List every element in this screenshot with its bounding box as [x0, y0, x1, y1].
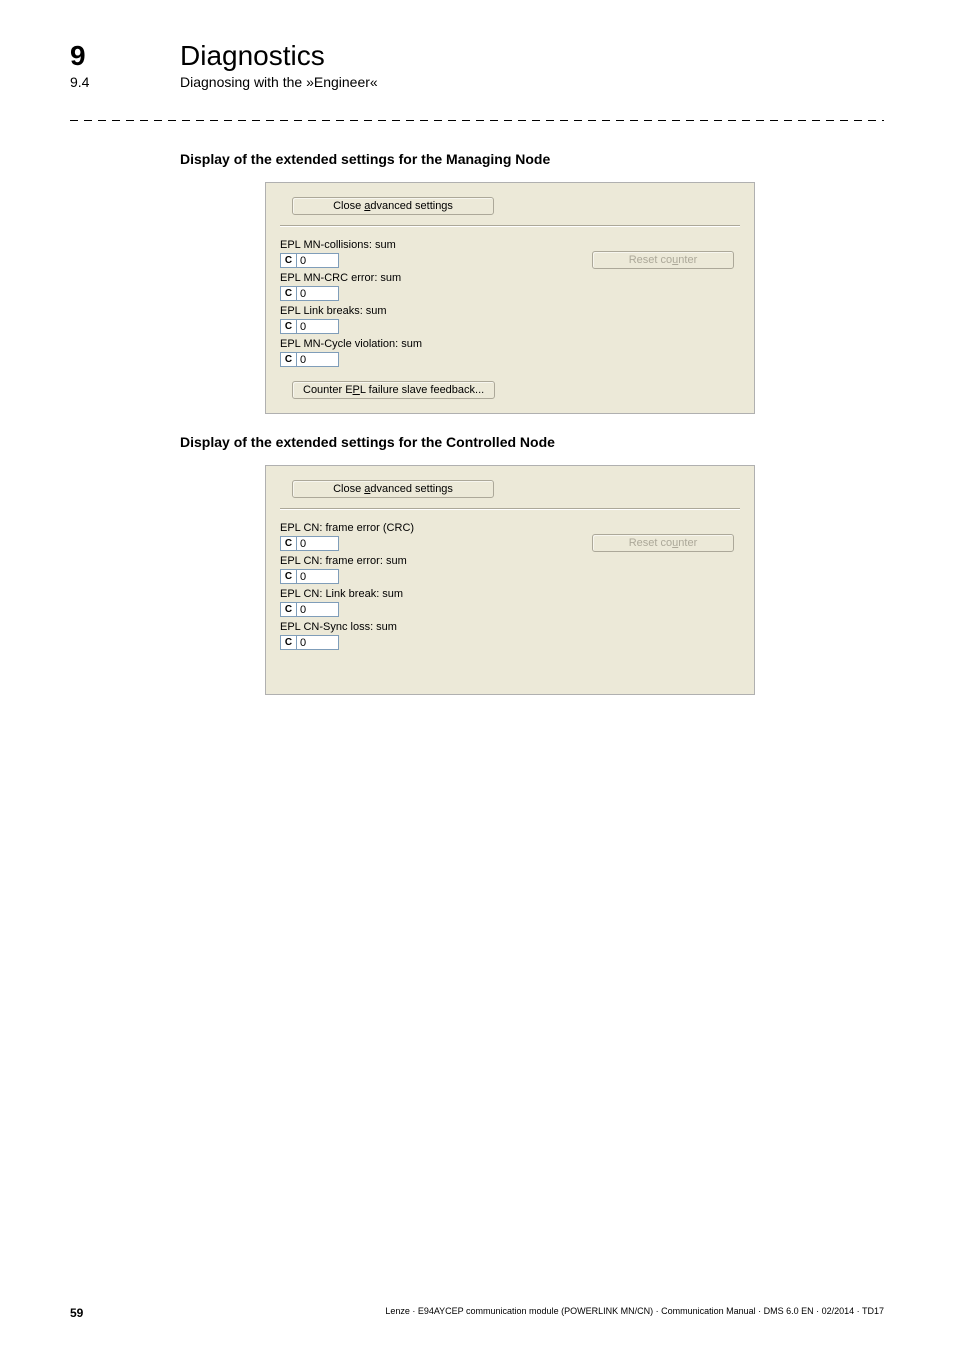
close-advanced-settings-button[interactable]: Close advanced settings: [292, 197, 494, 215]
heading-controlled-node: Display of the extended settings for the…: [180, 434, 884, 450]
field-label-mn-crc: EPL MN-CRC error: sum: [280, 272, 592, 284]
field-label-mn-cycle: EPL MN-Cycle violation: sum: [280, 338, 592, 350]
chapter-title: Diagnostics: [180, 40, 325, 72]
field-value-cn-frame-sum[interactable]: 0: [297, 569, 339, 584]
c-indicator: C: [280, 536, 297, 551]
btn-text-post: dvanced settings: [370, 200, 453, 212]
c-indicator: C: [280, 602, 297, 617]
field-value-mn-crc[interactable]: 0: [297, 286, 339, 301]
reset-counter-button[interactable]: Reset counter: [592, 251, 734, 269]
field-label-cn-frame-crc: EPL CN: frame error (CRC): [280, 522, 592, 534]
field-value-link-breaks[interactable]: 0: [297, 319, 339, 334]
field-label-link-breaks: EPL Link breaks: sum: [280, 305, 592, 317]
divider-line: [280, 225, 740, 227]
divider-line: [280, 508, 740, 510]
btn-hotkey: P: [353, 384, 360, 396]
field-value-mn-cycle[interactable]: 0: [297, 352, 339, 367]
field-value-cn-link-break[interactable]: 0: [297, 602, 339, 617]
reset-counter-button[interactable]: Reset counter: [592, 534, 734, 552]
field-value-cn-frame-crc[interactable]: 0: [297, 536, 339, 551]
field-label-cn-sync-loss: EPL CN-Sync loss: sum: [280, 621, 592, 633]
heading-managing-node: Display of the extended settings for the…: [180, 151, 884, 167]
btn-text-pre: Counter E: [303, 384, 353, 396]
field-value-mn-collisions[interactable]: 0: [297, 253, 339, 268]
field-value-cn-sync-loss[interactable]: 0: [297, 635, 339, 650]
c-indicator: C: [280, 569, 297, 584]
btn-text-pre: Close: [333, 483, 364, 495]
btn-text-post: nter: [678, 254, 697, 266]
btn-text-post: dvanced settings: [370, 483, 453, 495]
page-number: 59: [70, 1306, 83, 1320]
c-indicator: C: [280, 352, 297, 367]
close-advanced-settings-button[interactable]: Close advanced settings: [292, 480, 494, 498]
divider-dashed: [70, 120, 884, 121]
btn-text-post: L failure slave feedback...: [360, 384, 484, 396]
panel-managing-node: Close advanced settings EPL MN-collision…: [265, 182, 755, 414]
footer-text: Lenze · E94AYCEP communication module (P…: [385, 1306, 884, 1320]
field-label-cn-frame-sum: EPL CN: frame error: sum: [280, 555, 592, 567]
panel-controlled-node: Close advanced settings EPL CN: frame er…: [265, 465, 755, 695]
field-label-mn-collisions: EPL MN-collisions: sum: [280, 239, 592, 251]
btn-text-pre: Close: [333, 200, 364, 212]
btn-text-post: nter: [678, 537, 697, 549]
section-title: Diagnosing with the »Engineer«: [180, 74, 378, 90]
c-indicator: C: [280, 635, 297, 650]
btn-text-pre: Reset co: [629, 254, 672, 266]
c-indicator: C: [280, 286, 297, 301]
c-indicator: C: [280, 253, 297, 268]
btn-text-pre: Reset co: [629, 537, 672, 549]
c-indicator: C: [280, 319, 297, 334]
chapter-number: 9: [70, 40, 110, 72]
section-number: 9.4: [70, 74, 110, 90]
counter-epl-failure-feedback-button[interactable]: Counter EPL failure slave feedback...: [292, 381, 495, 399]
field-label-cn-link-break: EPL CN: Link break: sum: [280, 588, 592, 600]
